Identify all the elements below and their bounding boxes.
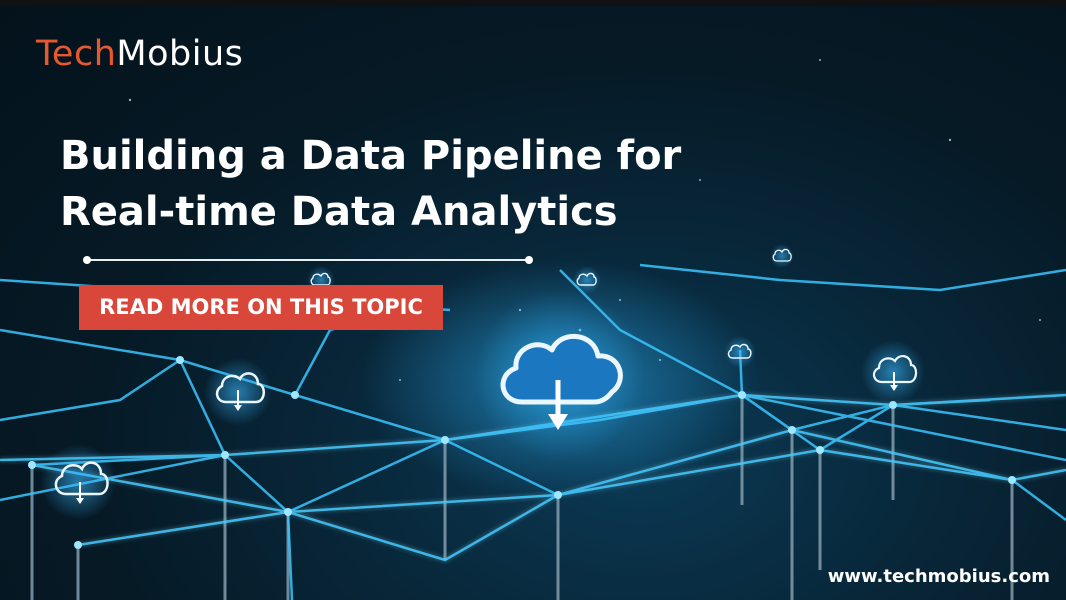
headline-divider [83,256,533,264]
cloud-download-icon [861,340,925,404]
cloud-download-icon [204,358,272,426]
headline: Building a Data Pipeline for Real-time D… [60,128,760,240]
headline-line-1: Building a Data Pipeline for [60,133,682,179]
logo-text-mobius: Mobius [116,34,244,74]
headline-line-2: Real-time Data Analytics [60,189,618,235]
cloud-download-icon [573,266,601,294]
read-more-button[interactable]: READ MORE ON THIS TOPIC [79,285,443,330]
logo-text-tech: Tech [36,34,117,74]
techmobius-logo[interactable]: TechMobius [36,34,243,74]
cloud-download-icon [475,290,645,460]
cloud-download-icon [724,336,756,368]
website-url[interactable]: www.techmobius.com [828,566,1050,587]
promo-banner: TechMobius Building a Data Pipeline for … [0,0,1066,600]
cloud-download-icon [770,244,794,268]
cloud-download-icon [40,444,116,520]
